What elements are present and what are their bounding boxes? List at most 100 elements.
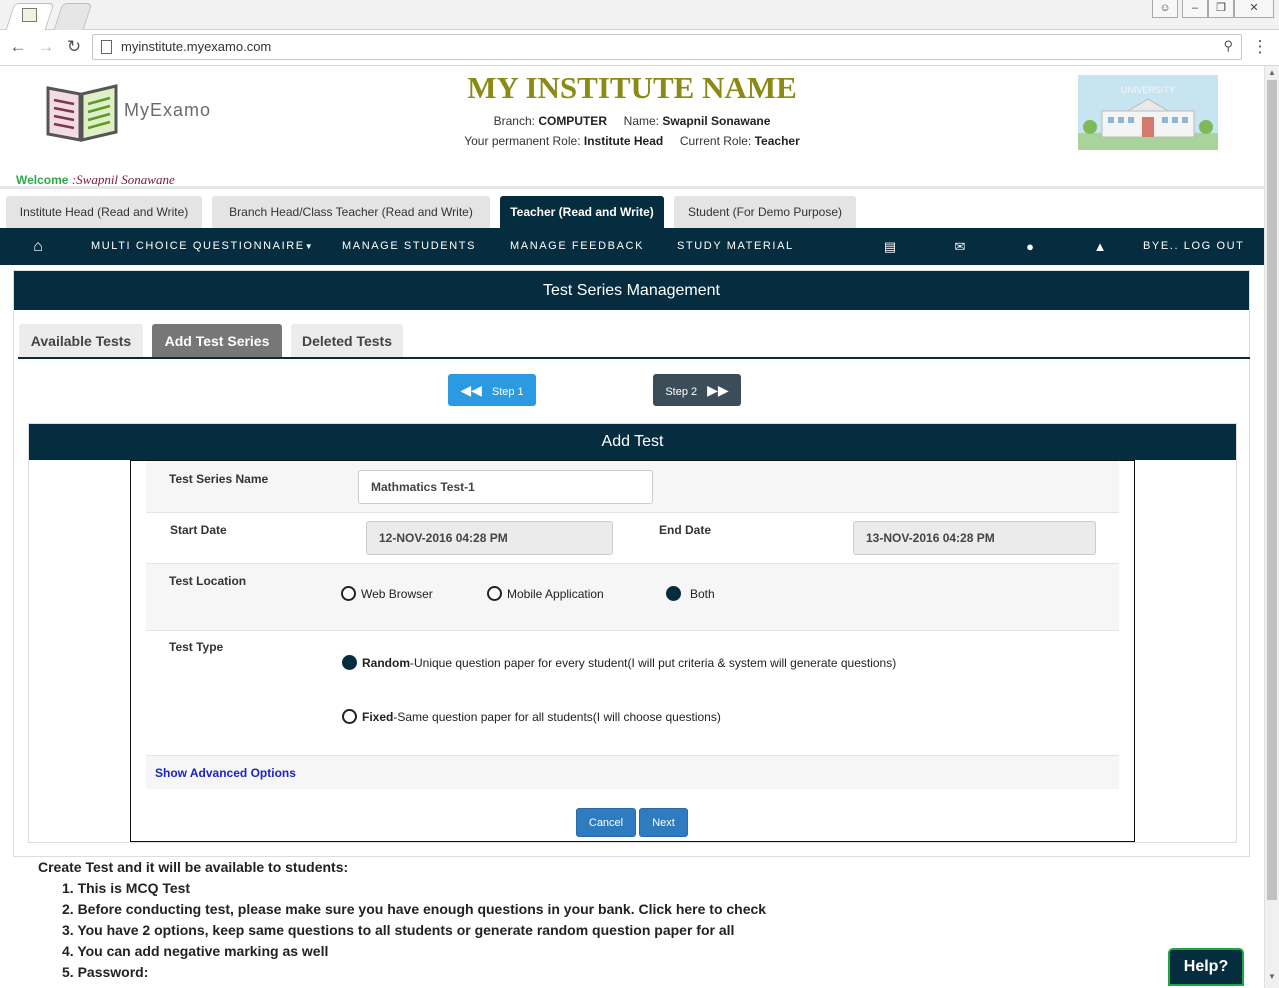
type-random-description: -Unique question paper for every student…: [410, 655, 897, 670]
restore-window-icon[interactable]: ❐: [1208, 0, 1234, 18]
main-nav: ⌂ MULTI CHOICE QUESTIONNAIRE▼ MANAGE STU…: [0, 228, 1264, 265]
url-text[interactable]: myinstitute.myexamo.com: [121, 39, 271, 54]
double-chevron-right-icon: ▶▶: [707, 382, 729, 398]
minimize-window-icon[interactable]: –: [1182, 0, 1208, 18]
location-web-browser-radio[interactable]: Web Browser: [341, 586, 433, 601]
nav-manage-students[interactable]: MANAGE STUDENTS: [342, 228, 476, 265]
header-divider: [0, 186, 1264, 189]
menu-icon[interactable]: ⋮: [1250, 36, 1270, 58]
location-mobile-app-label: Mobile Application: [507, 586, 604, 601]
new-tab-button[interactable]: [53, 3, 93, 30]
address-bar: ← → ↻ myinstitute.myexamo.com ⚲ ⋮: [0, 30, 1279, 66]
logout-link[interactable]: BYE.. LOG OUT: [1143, 228, 1245, 265]
radio-unchecked-icon: [342, 709, 357, 724]
start-date-input[interactable]: 12-NOV-2016 04:28 PM: [366, 521, 613, 555]
location-mobile-app-radio[interactable]: Mobile Application: [487, 586, 604, 601]
reload-icon[interactable]: ↻: [64, 36, 84, 58]
key-icon[interactable]: ⚲: [1223, 38, 1233, 54]
scroll-up-icon[interactable]: ▲: [1268, 68, 1276, 77]
role-tab-branch-head[interactable]: Branch Head/Class Teacher (Read and Writ…: [212, 196, 490, 228]
info-item[interactable]: 2. Before conducting test, please make s…: [62, 901, 766, 922]
info-list: 1. This is MCQ Test 2. Before conducting…: [62, 880, 766, 985]
help-button[interactable]: Help?: [1168, 948, 1244, 986]
add-test-box: Add Test Test Series Name Mathmatics Tes…: [28, 423, 1237, 843]
type-random-title: Random: [362, 655, 410, 670]
nav-manage-feedback[interactable]: MANAGE FEEDBACK: [510, 228, 644, 265]
branch-label: Branch:: [493, 114, 535, 128]
welcome-label: Welcome: [16, 173, 69, 187]
user-profile-icon[interactable]: ☺: [1152, 0, 1178, 18]
scroll-down-icon[interactable]: ▼: [1268, 972, 1276, 981]
test-series-panel: Test Series Management Available Tests A…: [13, 270, 1250, 857]
permanent-role-value: Institute Head: [583, 134, 664, 148]
start-date-label: Start Date: [170, 523, 227, 537]
user-icon[interactable]: ●: [1020, 228, 1040, 265]
type-fixed-title: Fixed: [362, 709, 394, 724]
tab-available-tests[interactable]: Available Tests: [19, 324, 143, 358]
branch-name-line: Branch: COMPUTER Name: Swapnil Sonawane: [0, 114, 1264, 128]
role-line: Your permanent Role: Institute Head Curr…: [0, 134, 1264, 148]
add-test-title: Add Test: [29, 424, 1236, 460]
branch-value: COMPUTER: [538, 114, 607, 128]
role-tab-student[interactable]: Student (For Demo Purpose): [674, 196, 856, 228]
current-role-value: Teacher: [754, 134, 800, 148]
type-random-radio[interactable]: Random -Unique question paper for every s…: [342, 655, 896, 670]
close-window-icon[interactable]: ✕: [1234, 0, 1274, 18]
url-field[interactable]: myinstitute.myexamo.com ⚲: [92, 34, 1242, 60]
step2-label: Step 2: [665, 386, 698, 398]
advanced-options-row: Show Advanced Options: [146, 756, 1119, 789]
end-date-label: End Date: [659, 523, 712, 537]
browser-tab-bar: ☺ – ❐ ✕: [0, 0, 1279, 30]
nav-mcq-label: MULTI CHOICE QUESTIONNAIRE: [91, 240, 305, 252]
home-icon[interactable]: ⌂: [28, 228, 48, 265]
caret-down-icon: ▼: [304, 242, 315, 251]
location-web-browser-label: Web Browser: [361, 586, 433, 601]
location-both-radio[interactable]: Both: [666, 586, 715, 601]
date-row: Start Date 12-NOV-2016 04:28 PM End Date…: [146, 513, 1119, 564]
test-type-label: Test Type: [169, 640, 224, 654]
panel-title: Test Series Management: [14, 271, 1249, 310]
info-title: Create Test and it will be available to …: [38, 859, 349, 875]
radio-unchecked-icon: [487, 586, 502, 601]
radio-checked-icon: [342, 655, 357, 670]
role-tab-teacher[interactable]: Teacher (Read and Write): [500, 196, 664, 228]
bell-icon[interactable]: ▲: [1090, 228, 1110, 265]
double-chevron-left-icon: ◀◀: [460, 382, 482, 398]
back-icon[interactable]: ←: [8, 36, 28, 58]
welcome-user-name: :Swapnil Sonawane: [71, 172, 175, 187]
type-fixed-radio[interactable]: Fixed -Same question paper for all studen…: [342, 709, 721, 724]
mail-icon[interactable]: ✉: [950, 228, 970, 265]
step1-button[interactable]: ◀◀ Step 1: [448, 374, 536, 406]
cancel-button[interactable]: Cancel: [576, 808, 636, 837]
test-series-name-input[interactable]: Mathmatics Test-1: [358, 470, 653, 504]
end-date-input[interactable]: 13-NOV-2016 04:28 PM: [853, 521, 1096, 555]
test-location-row: Test Location Web Browser Mobile Applica…: [146, 564, 1119, 631]
tab-add-test-series[interactable]: Add Test Series: [152, 324, 282, 358]
next-button[interactable]: Next: [639, 808, 688, 837]
page-icon: [101, 40, 112, 54]
step1-label: Step 1: [491, 386, 524, 398]
type-fixed-description: -Same question paper for all students(I …: [393, 709, 721, 724]
show-advanced-options-link[interactable]: Show Advanced Options: [155, 766, 296, 780]
forward-icon[interactable]: →: [36, 36, 56, 58]
institute-name: MY INSTITUTE NAME: [467, 70, 797, 105]
report-icon[interactable]: ▤: [880, 228, 900, 265]
test-location-label: Test Location: [169, 574, 247, 588]
permanent-role-label: Your permanent Role:: [464, 134, 581, 148]
role-tab-institute-head[interactable]: Institute Head (Read and Write): [6, 196, 202, 228]
radio-unchecked-icon: [341, 586, 356, 601]
name-label: Name:: [623, 114, 659, 128]
location-both-label: Both: [690, 586, 715, 601]
current-role-label: Current Role:: [679, 134, 752, 148]
nav-study-material[interactable]: STUDY MATERIAL: [677, 228, 794, 265]
test-series-name-row: Test Series Name Mathmatics Test-1: [146, 461, 1119, 513]
scroll-thumb[interactable]: [1267, 80, 1277, 900]
info-item: 3. You have 2 options, keep same questio…: [62, 922, 735, 938]
step2-button[interactable]: Step 2 ▶▶: [653, 374, 741, 406]
info-item: 5. Password:: [62, 964, 149, 980]
tabs-underline: [18, 357, 1250, 359]
tab-deleted-tests[interactable]: Deleted Tests: [291, 324, 403, 358]
nav-multi-choice-questionnaire[interactable]: MULTI CHOICE QUESTIONNAIRE▼: [91, 228, 314, 265]
page-scrollbar[interactable]: ▲ ▼: [1264, 66, 1279, 988]
add-test-form: Test Series Name Mathmatics Test-1 Start…: [130, 460, 1135, 842]
